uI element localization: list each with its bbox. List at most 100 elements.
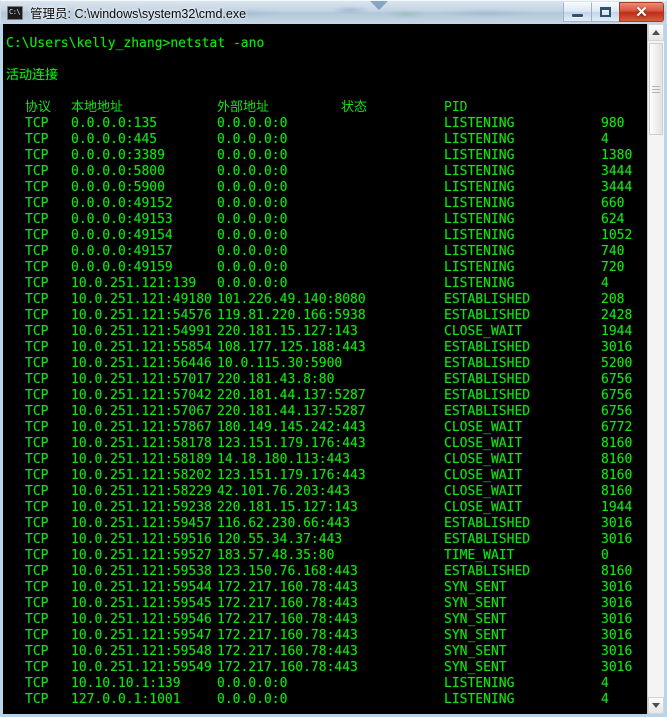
cell-pid: 1944 <box>601 500 633 515</box>
cmd-icon-glyph: C:\ <box>9 7 21 16</box>
cmd-console-icon: C:\ <box>7 5 23 20</box>
cell-foreign: 183.57.48.35:80 <box>217 548 335 563</box>
cell-pid: 208 <box>601 292 625 307</box>
cell-protocol: TCP <box>25 148 49 163</box>
cell-pid: 8160 <box>601 564 633 579</box>
connection-rows: TCP 0.0.0.0:135 0.0.0.0:0 LISTENING 980 TCP 0.… <box>3 116 647 708</box>
cell-local: 0.0.0.0:135 <box>71 116 158 131</box>
cell-foreign: 0.0.0.0:0 <box>217 212 288 227</box>
cell-foreign: 42.101.76.203:443 <box>217 484 351 499</box>
cell-local: 10.0.251.121:58202 <box>71 468 212 483</box>
table-row: TCP 10.0.251.121:59547 172.217.160.78:443 S… <box>3 628 647 644</box>
cell-state: ESTABLISHED <box>444 516 531 531</box>
close-button[interactable]: ✕ <box>619 2 664 22</box>
table-row: TCP 10.0.251.121:54991 220.181.15.127:143 C… <box>3 324 647 340</box>
cell-foreign: 180.149.145.242:443 <box>217 420 366 435</box>
cell-state: LISTENING <box>444 676 515 691</box>
cell-pid: 2428 <box>601 308 633 323</box>
maximize-button[interactable] <box>591 2 620 22</box>
cell-pid: 4 <box>601 132 609 147</box>
cell-local: 10.0.251.121:59546 <box>71 612 212 627</box>
cell-foreign: 0.0.0.0:0 <box>217 132 288 147</box>
cell-protocol: TCP <box>25 404 49 419</box>
aero-glass-artifact-icon <box>370 1 388 10</box>
scroll-down-button[interactable] <box>648 697 664 714</box>
cell-pid: 8160 <box>601 468 633 483</box>
cell-protocol: TCP <box>25 628 49 643</box>
cell-state: CLOSE_WAIT <box>444 324 523 339</box>
table-row: TCP 10.0.251.121:58202 123.151.179.176:443… <box>3 468 647 484</box>
cell-pid: 624 <box>601 212 625 227</box>
cell-protocol: TCP <box>25 564 49 579</box>
cell-foreign: 0.0.0.0:0 <box>217 676 288 691</box>
cell-protocol: TCP <box>25 308 49 323</box>
cell-protocol: TCP <box>25 340 49 355</box>
console-scrollbar[interactable] <box>647 24 664 714</box>
table-row: TCP 10.0.251.121:59457 116.62.230.66:443 ES… <box>3 516 647 532</box>
table-row: TCP 10.0.251.121:57042 220.181.44.137:5287… <box>3 388 647 404</box>
cell-local: 0.0.0.0:5800 <box>71 164 165 179</box>
scrollbar-track[interactable] <box>648 41 664 697</box>
window-titlebar[interactable]: C:\ 管理员: C:\windows\system32\cmd.exe ✕ <box>0 0 667 24</box>
cell-local: 10.0.251.121:57067 <box>71 404 212 419</box>
header-foreign-address: 外部地址 <box>217 100 270 115</box>
header-local-address: 本地地址 <box>71 100 124 115</box>
cell-protocol: TCP <box>25 468 49 483</box>
cell-protocol: TCP <box>25 196 49 211</box>
minimize-button[interactable] <box>563 2 592 22</box>
cell-protocol: TCP <box>25 692 49 707</box>
cell-local: 0.0.0.0:445 <box>71 132 158 147</box>
cell-state: ESTABLISHED <box>444 356 531 371</box>
table-row: TCP 10.0.251.121:59546 172.217.160.78:443 S… <box>3 612 647 628</box>
cell-foreign: 116.62.230.66:443 <box>217 516 351 531</box>
cell-foreign: 0.0.0.0:0 <box>217 116 288 131</box>
cell-local: 10.0.251.121:58189 <box>71 452 212 467</box>
cell-pid: 3016 <box>601 596 633 611</box>
header-state: 状态 <box>341 100 368 115</box>
table-row: TCP 0.0.0.0:49157 0.0.0.0:0 LISTENING 740 <box>3 244 647 260</box>
cell-foreign: 10.0.115.30:5900 <box>217 356 343 371</box>
cell-local: 10.0.251.121:56446 <box>71 356 212 371</box>
cell-local: 10.0.251.121:59544 <box>71 580 212 595</box>
scroll-up-button[interactable] <box>648 24 664 41</box>
cell-protocol: TCP <box>25 116 49 131</box>
cell-local: 10.0.251.121:55854 <box>71 340 212 355</box>
cell-state: SYN_SENT <box>444 596 507 611</box>
cell-state: ESTABLISHED <box>444 564 531 579</box>
cell-protocol: TCP <box>25 260 49 275</box>
console-output[interactable]: C:\Users\kelly_zhang>netstat -ano 活动连接 协… <box>3 24 647 714</box>
cell-pid: 8160 <box>601 484 633 499</box>
cell-state: LISTENING <box>444 116 515 131</box>
cell-pid: 4 <box>601 676 609 691</box>
cell-local: 10.0.251.121:59538 <box>71 564 212 579</box>
cell-protocol: TCP <box>25 516 49 531</box>
table-row: TCP 10.0.251.121:59527 183.57.48.35:80 TIME… <box>3 548 647 564</box>
cell-state: LISTENING <box>444 212 515 227</box>
cell-local: 10.0.251.121:58178 <box>71 436 212 451</box>
cell-state: CLOSE_WAIT <box>444 468 523 483</box>
table-row: TCP 10.0.251.121:59548 172.217.160.78:443 S… <box>3 644 647 660</box>
cell-state: ESTABLISHED <box>444 372 531 387</box>
table-row: TCP 10.0.251.121:58189 14.18.180.113:443 CL… <box>3 452 647 468</box>
cell-protocol: TCP <box>25 484 49 499</box>
cell-protocol: TCP <box>25 596 49 611</box>
table-row: TCP 10.0.251.121:56446 10.0.115.30:5900 EST… <box>3 356 647 372</box>
cell-protocol: TCP <box>25 500 49 515</box>
table-row: TCP 10.0.251.121:57867 180.149.145.242:443… <box>3 420 647 436</box>
cell-pid: 6756 <box>601 404 633 419</box>
cell-local: 10.0.251.121:59527 <box>71 548 212 563</box>
cell-foreign: 0.0.0.0:0 <box>217 164 288 179</box>
table-row: TCP 10.0.251.121:59238 220.181.15.127:143 C… <box>3 500 647 516</box>
cell-pid: 3016 <box>601 660 633 675</box>
cell-foreign: 108.177.125.188:443 <box>217 340 366 355</box>
cell-protocol: TCP <box>25 420 49 435</box>
cell-local: 10.0.251.121:57042 <box>71 388 212 403</box>
scrollbar-thumb[interactable] <box>649 43 663 135</box>
cell-protocol: TCP <box>25 612 49 627</box>
cell-pid: 4 <box>601 692 609 707</box>
table-row: TCP 10.0.251.121:54576 119.81.220.166:5938… <box>3 308 647 324</box>
header-pid: PID <box>444 100 468 115</box>
cell-protocol: TCP <box>25 372 49 387</box>
cell-state: ESTABLISHED <box>444 340 531 355</box>
cell-state: LISTENING <box>444 180 515 195</box>
